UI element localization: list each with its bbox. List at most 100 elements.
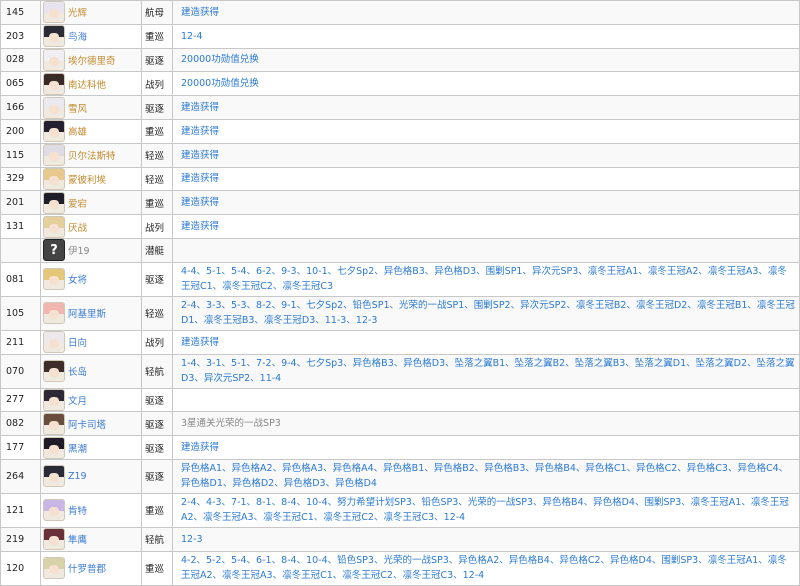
acquisition-source[interactable]: 建造获得 (172, 118, 800, 144)
ship-id: 121 (0, 492, 41, 528)
ship-avatar[interactable] (43, 120, 65, 143)
ship-avatar[interactable] (43, 168, 65, 190)
acquisition-source[interactable]: 建造获得 (172, 0, 800, 25)
ship-name-cell[interactable]: 阿卡司塔 (40, 411, 142, 437)
ship-avatar[interactable] (43, 268, 65, 291)
ship-avatar[interactable] (43, 436, 65, 459)
ship-name-link[interactable]: 贝尔法斯特 (68, 148, 116, 162)
ship-name-cell[interactable]: 什罗普郡 (40, 550, 142, 586)
ship-avatar[interactable] (43, 557, 65, 580)
ship-name-link[interactable]: 日向 (68, 335, 87, 349)
ship-type: 轻巡 (141, 295, 173, 331)
ship-name-link[interactable]: 南达科他 (68, 77, 106, 91)
ship-avatar[interactable] (43, 465, 65, 488)
acquisition-source[interactable]: 12-3 (172, 526, 800, 552)
ship-name-cell[interactable]: 埃尔德里奇 (40, 47, 142, 73)
ship-name-link[interactable]: 厌战 (68, 220, 87, 234)
ship-avatar[interactable] (43, 499, 65, 522)
acquisition-source[interactable]: 建造获得 (172, 190, 800, 216)
ship-name-cell[interactable]: ? 伊19 (40, 237, 142, 263)
acquisition-source[interactable]: 建造获得 (172, 214, 800, 239)
ship-name-link[interactable]: 女将 (68, 272, 87, 286)
ship-name-link[interactable]: 鸟海 (68, 29, 87, 43)
ship-name-link[interactable]: 爱宕 (68, 196, 87, 210)
ship-name-link[interactable]: 隼鹰 (68, 532, 87, 546)
ship-name-cell[interactable]: 雪风 (40, 95, 142, 120)
ship-avatar[interactable] (43, 389, 65, 411)
acquisition-source[interactable]: 建造获得 (172, 166, 800, 192)
ship-name-link[interactable]: 光辉 (68, 5, 87, 19)
acquisition-source[interactable]: 12-4 (172, 23, 800, 49)
ship-name-cell[interactable]: 光辉 (40, 0, 142, 25)
ship-name-cell[interactable]: 长岛 (40, 353, 142, 389)
ship-name-cell[interactable]: 南达科他 (40, 71, 142, 97)
ship-name-link[interactable]: 什罗普郡 (68, 561, 106, 575)
ship-id: 028 (0, 47, 41, 73)
table-row: 082 阿卡司塔 驱逐 3星通关光荣的一战SP3 (0, 411, 800, 437)
ship-avatar[interactable] (43, 360, 65, 383)
ship-avatar[interactable] (43, 25, 65, 48)
acquisition-source[interactable]: 20000功勋值兑换 (172, 47, 800, 73)
ship-name-link[interactable]: Z19 (68, 471, 87, 482)
acquisition-source[interactable]: 建造获得 (172, 329, 800, 355)
ship-avatar[interactable] (43, 96, 65, 119)
ship-name-cell[interactable]: 隼鹰 (40, 526, 142, 552)
ship-name-link[interactable]: 阿卡司塔 (68, 417, 106, 431)
ship-avatar[interactable] (43, 144, 65, 167)
ship-avatar[interactable] (43, 412, 65, 435)
ship-name-link[interactable]: 文月 (68, 393, 87, 407)
acquisition-source[interactable]: 建造获得 (172, 435, 800, 460)
ship-name-cell[interactable]: 文月 (40, 387, 142, 413)
acquisition-source[interactable]: 4-4、5-1、5-4、6-2、9-3、10-1、七夕Sp2、异色格B3、异色格… (172, 261, 800, 297)
ship-name-cell[interactable]: 日向 (40, 329, 142, 355)
ship-name-link[interactable]: 雪风 (68, 101, 87, 115)
ship-avatar[interactable] (43, 215, 65, 238)
acquisition-source[interactable]: 4-2、5-2、5-4、6-1、8-4、10-4、铅色SP3、光荣的一战SP3、… (172, 550, 800, 586)
acquisition-source[interactable]: 建造获得 (172, 95, 800, 120)
ship-id: 082 (0, 411, 41, 437)
ship-name-link[interactable]: 高雄 (68, 124, 87, 138)
ship-name-cell[interactable]: 蒙彼利埃 (40, 166, 142, 192)
ship-name-cell[interactable]: 肯特 (40, 492, 142, 528)
ship-avatar[interactable] (43, 528, 65, 551)
table-row: ? 伊19 潜艇 (0, 237, 800, 263)
ship-name-link[interactable]: 埃尔德里奇 (68, 53, 116, 67)
ship-avatar[interactable] (43, 49, 65, 71)
ship-name-link[interactable]: 蒙彼利埃 (68, 172, 106, 186)
ship-id: 070 (0, 353, 41, 389)
ship-avatar[interactable] (43, 331, 65, 354)
unknown-ship-icon[interactable]: ? (43, 239, 65, 262)
ship-type: 驱逐 (141, 261, 173, 297)
ship-name-link[interactable]: 黑潮 (68, 441, 87, 455)
ship-avatar[interactable] (43, 72, 65, 95)
ship-avatar[interactable] (43, 191, 65, 214)
acquisition-source[interactable]: 2-4、4-3、7-1、8-1、8-4、10-4、努力希望计划SP3、铅色SP3… (172, 492, 800, 528)
acquisition-source[interactable]: 异色格A1、异色格A2、异色格A3、异色格A4、异色格B1、异色格B2、异色格B… (172, 458, 800, 494)
acquisition-source[interactable]: 建造获得 (172, 142, 800, 168)
ship-name-cell[interactable]: 黑潮 (40, 435, 142, 460)
ship-name-link[interactable]: 肯特 (68, 503, 87, 517)
acquisition-source[interactable]: 2-4、3-3、5-3、8-2、9-1、七夕Sp2、铅色SP1、光荣的一战SP1… (172, 295, 800, 331)
ship-name-cell[interactable]: Z19 (40, 458, 142, 494)
ship-name-cell[interactable]: 厌战 (40, 214, 142, 239)
acquisition-source[interactable]: 3星通关光荣的一战SP3 (172, 411, 800, 437)
ship-id: 115 (0, 142, 41, 168)
ship-name-link[interactable]: 伊19 (68, 243, 90, 257)
table-row: 105 阿基里斯 轻巡 2-4、3-3、5-3、8-2、9-1、七夕Sp2、铅色SP1… (0, 295, 800, 331)
ship-avatar[interactable] (43, 302, 65, 325)
ship-name-link[interactable]: 长岛 (68, 364, 87, 378)
ship-name-cell[interactable]: 爱宕 (40, 190, 142, 216)
ship-id: 145 (0, 0, 41, 25)
table-row: 203 鸟海 重巡 12-4 (0, 23, 800, 49)
ship-type: 驱逐 (141, 435, 173, 460)
ship-name-link[interactable]: 阿基里斯 (68, 306, 106, 320)
acquisition-source[interactable]: 1-4、3-1、5-1、7-2、9-4、七夕Sp3、异色格B3、异色格D3、坠落… (172, 353, 800, 389)
ship-name-cell[interactable]: 高雄 (40, 118, 142, 144)
acquisition-source[interactable]: 20000功勋值兑换 (172, 71, 800, 97)
table-row: 329 蒙彼利埃 轻巡 建造获得 (0, 166, 800, 192)
ship-name-cell[interactable]: 女将 (40, 261, 142, 297)
ship-name-cell[interactable]: 贝尔法斯特 (40, 142, 142, 168)
ship-name-cell[interactable]: 鸟海 (40, 23, 142, 49)
ship-name-cell[interactable]: 阿基里斯 (40, 295, 142, 331)
ship-avatar[interactable] (43, 1, 65, 24)
